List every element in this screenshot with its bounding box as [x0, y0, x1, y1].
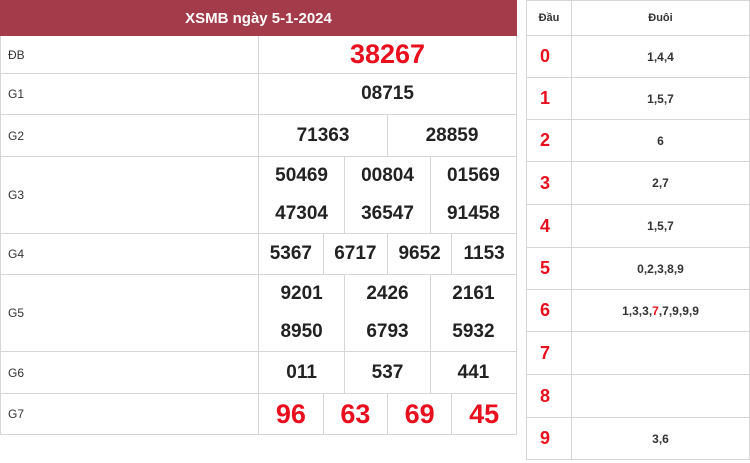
loto-tail [571, 331, 750, 375]
g3-number: 47304 [275, 203, 328, 224]
prize-label-g1: G1 [0, 73, 259, 115]
g3-number: 01569 [429, 157, 516, 195]
special-prize-number: 38267 [258, 35, 517, 74]
g6-number: 537 [344, 352, 431, 393]
loto-head: 8 [526, 374, 572, 418]
g7-number: 96 [275, 398, 306, 429]
tail-column-header: Đuôi [571, 0, 750, 36]
loto-head-tail-table: Đầu Đuôi 0 1,4,4 1 1,5,7 2 6 3 2,7 4 1,5… [526, 0, 750, 460]
loto-tail: 3,6 [571, 417, 750, 460]
loto-head: 4 [526, 204, 572, 248]
loto-tail: 1,4,4 [571, 35, 750, 78]
loto-tail-highlight: 7 [652, 303, 659, 318]
loto-tail-part: 1,3,3, [622, 303, 653, 318]
loto-tail: 1,5,7 [571, 77, 750, 120]
prize-label-g2: G2 [0, 114, 259, 157]
loto-head: 2 [526, 119, 572, 162]
g4-number: 1153 [451, 234, 516, 274]
loto-tail-part: ,7,9,9,9 [658, 303, 699, 318]
g1-number: 08715 [258, 73, 517, 115]
head-column-header: Đầu [526, 0, 572, 36]
loto-tail: 1,5,7 [571, 204, 750, 248]
loto-head: 3 [526, 161, 572, 205]
g6-number: 011 [286, 361, 317, 383]
xsmb-result-page: XSMB ngày 5-1-2024 ĐB 38267 G1 08715 G2 … [0, 0, 750, 463]
loto-head: 0 [526, 35, 572, 78]
g7-number: 69 [386, 394, 452, 434]
loto-head: 7 [526, 331, 572, 375]
loto-head: 1 [526, 77, 572, 120]
prize-label-g7: G7 [0, 393, 259, 435]
prize-label-g3: G3 [0, 156, 259, 234]
g3-number: 00804 [344, 157, 431, 195]
g7-number: 63 [322, 394, 388, 434]
g2-number: 71363 [296, 124, 350, 146]
g5-number: 8950 [280, 321, 323, 342]
loto-tail: 2,7 [571, 161, 750, 205]
prize-label-g6: G6 [0, 351, 259, 394]
g5-number: 6793 [344, 313, 431, 351]
prize-label-db: ĐB [0, 35, 259, 74]
loto-head: 6 [526, 289, 572, 332]
result-table: XSMB ngày 5-1-2024 ĐB 38267 G1 08715 G2 … [0, 0, 517, 435]
g4-number: 5367 [269, 243, 313, 264]
loto-head: 5 [526, 247, 572, 290]
loto-tail: 0,2,3,8,9 [571, 247, 750, 290]
loto-tail: 6 [571, 119, 750, 162]
g4-number: 6717 [322, 234, 388, 274]
g4-number: 9652 [386, 234, 452, 274]
g5-number: 2161 [429, 275, 516, 313]
g3-number: 91458 [429, 195, 516, 233]
g3-number: 50469 [275, 165, 328, 186]
g7-number: 45 [451, 394, 516, 434]
g5-number: 5932 [429, 313, 516, 351]
g6-number: 441 [429, 352, 516, 393]
g3-number: 36547 [344, 195, 431, 233]
g2-number: 28859 [387, 115, 516, 156]
g5-number: 2426 [344, 275, 431, 313]
g5-number: 9201 [280, 283, 323, 304]
result-title: XSMB ngày 5-1-2024 [0, 0, 517, 36]
prize-label-g4: G4 [0, 233, 259, 275]
loto-head: 9 [526, 417, 572, 460]
loto-tail [571, 374, 750, 418]
prize-label-g5: G5 [0, 274, 259, 352]
loto-tail: 1,3,3,7,7,9,9,9 [571, 289, 750, 332]
